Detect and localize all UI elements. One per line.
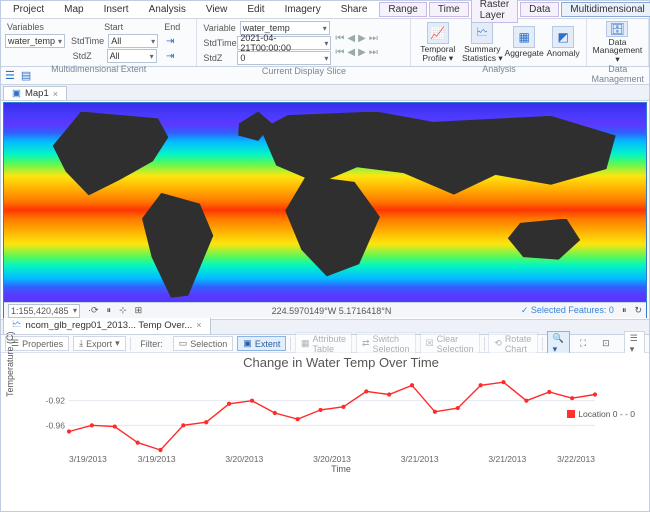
btn-switch-selection[interactable]: ⇄ Switch Selection	[356, 332, 416, 356]
tab-range[interactable]: Range	[379, 2, 426, 17]
catalog-pane-icon[interactable]: ▤	[21, 69, 31, 82]
anomaly-icon: ◩	[552, 26, 574, 48]
map-tab[interactable]: ▣ Map1 ×	[3, 86, 67, 100]
ribbon-group-slice: Variable water_temp▾ StdTime 2021-04-21T…	[197, 19, 411, 66]
ribbon: Variables water_temp▾ Start StdTime All▾…	[1, 19, 649, 67]
btn-anomaly[interactable]: ◩Anomaly	[544, 21, 583, 63]
ribbon-group-extent: Variables water_temp▾ Start StdTime All▾…	[1, 19, 197, 66]
svg-text:3/21/2013: 3/21/2013	[401, 454, 439, 464]
label-end: End	[162, 21, 182, 33]
group-caption-datamgmt: Data Management	[591, 63, 644, 85]
menu-insert[interactable]: Insert	[94, 2, 139, 17]
menu-map[interactable]: Map	[54, 2, 93, 17]
map-tab-strip: ▣ Map1 ×	[1, 85, 649, 101]
label-stdtime: StdTime	[69, 35, 106, 47]
chart-icon: 📈	[427, 22, 449, 44]
combo-variable[interactable]: water_temp▾	[5, 34, 65, 48]
map-view[interactable]: 1:155,420,485▾ ·⟳ ⏸ ⊹ ⊞ 224.5970149°W 5.…	[3, 102, 647, 318]
tab-multidimensional[interactable]: Multidimensional	[561, 2, 650, 17]
close-icon[interactable]: ×	[53, 89, 58, 99]
menu-analysis[interactable]: Analysis	[139, 2, 196, 17]
tool-rotate-icon[interactable]: ·⟳	[88, 305, 99, 316]
group-caption-extent: Multidimensional Extent	[5, 63, 192, 75]
menu-imagery[interactable]: Imagery	[275, 2, 331, 17]
svg-text:-0.92: -0.92	[46, 396, 66, 406]
label-variables: Variables	[5, 21, 65, 33]
svg-text:3/20/2013: 3/20/2013	[313, 454, 351, 464]
slice-time-nav[interactable]: ⏮◀▶⏭	[335, 33, 377, 44]
chart-y-axis-label: Temperature (C)	[5, 331, 15, 397]
combo-slice-stdz[interactable]: 0▾	[237, 51, 331, 65]
btn-aggregate[interactable]: ▦Aggregate	[505, 21, 544, 63]
combo-stdz-start[interactable]: All▾	[107, 49, 157, 63]
btn-attribute-table[interactable]: ▦ Attribute Table	[295, 332, 352, 356]
label-slice-stdz: StdZ	[201, 52, 235, 64]
btn-temporal-profile[interactable]: 📈Temporal Profile ▾	[415, 21, 460, 63]
chart-plot[interactable]: -0.92 -0.96 3/19/2013 3/19/2013 3/20/2013 3/2…	[41, 372, 601, 464]
map-tab-label: Map1	[25, 88, 49, 99]
tool-pause-icon[interactable]: ⏸	[107, 305, 112, 316]
svg-text:-0.96: -0.96	[46, 420, 66, 430]
map-status-bar: 1:155,420,485▾ ·⟳ ⏸ ⊹ ⊞ 224.5970149°W 5.…	[4, 302, 646, 318]
group-caption-analysis: Analysis	[415, 63, 582, 75]
combo-stdtime-start[interactable]: All▾	[108, 34, 158, 48]
combo-slice-stdtime[interactable]: 2021-04-21T00:00:00▾	[237, 36, 331, 50]
aggregate-icon: ▦	[513, 26, 535, 48]
pause-drawing-icon[interactable]: ⏸	[622, 305, 627, 316]
menu-view[interactable]: View	[196, 2, 238, 17]
refresh-icon[interactable]: ↻	[634, 305, 642, 316]
tab-data[interactable]: Data	[520, 2, 559, 17]
tool-grid-icon[interactable]: ⊞	[135, 305, 143, 316]
btn-export[interactable]: ⤓ Export ▾	[73, 336, 126, 351]
chart-legend: Location 0 - - 0	[567, 409, 635, 419]
label-start: Start	[102, 21, 125, 33]
btn-full-extent[interactable]: ⛶	[574, 336, 592, 351]
slice-z-nav[interactable]: ⏮◀▶⏭	[335, 47, 377, 58]
chart-tab-label: ncom_glb_regp01_2013... Temp Over...	[26, 320, 193, 331]
stats-icon: 🗠	[471, 22, 493, 44]
btn-filter-selection[interactable]: ▭ Selection	[173, 336, 234, 351]
tool-snap-icon[interactable]: ⊹	[119, 305, 127, 316]
scale-combo[interactable]: 1:155,420,485▾	[8, 304, 80, 318]
tab-time[interactable]: Time	[429, 2, 469, 17]
label-stdz: StdZ	[71, 50, 105, 62]
label-slice-variable: Variable	[201, 22, 237, 34]
btn-data-management[interactable]: 🗄Data Management ▾	[591, 21, 643, 63]
label-slice-stdtime: StdTime	[201, 37, 235, 49]
svg-text:3/20/2013: 3/20/2013	[225, 454, 263, 464]
lock-stdtime-icon[interactable]: ⇥	[162, 34, 178, 48]
btn-reset[interactable]: ⊡	[596, 336, 616, 351]
menu-bar: Project Map Insert Analysis View Edit Im…	[1, 1, 649, 19]
group-caption-slice: Current Display Slice	[201, 65, 406, 77]
chart-title: Change in Water Temp Over Time	[41, 355, 641, 370]
lock-stdz-icon[interactable]: ⇥	[162, 49, 178, 63]
ribbon-group-analysis: 📈Temporal Profile ▾ 🗠Summary Statistics …	[411, 19, 587, 66]
contents-pane-icon[interactable]: ☰	[5, 69, 15, 82]
menu-share[interactable]: Share	[331, 2, 378, 17]
chart-x-axis-label: Time	[41, 464, 641, 474]
chart-area: Change in Water Temp Over Time Temperatu…	[1, 353, 649, 481]
close-icon[interactable]: ×	[196, 320, 201, 330]
svg-text:3/19/2013: 3/19/2013	[69, 454, 107, 464]
svg-text:3/22/2013: 3/22/2013	[557, 454, 595, 464]
btn-rotate-chart[interactable]: ⟲ Rotate Chart	[488, 332, 538, 356]
database-icon: 🗄	[606, 21, 628, 37]
btn-clear-selection[interactable]: ☒ Clear Selection	[420, 332, 480, 356]
continents-overlay	[4, 103, 646, 317]
chart-toolbar: ☰ Properties ⤓ Export ▾ Filter: ▭ Select…	[1, 335, 649, 353]
menu-project[interactable]: Project	[3, 2, 54, 17]
menu-edit[interactable]: Edit	[237, 2, 274, 17]
selected-features-readout: ✓ Selected Features: 0	[521, 305, 614, 316]
map-icon: ▣	[12, 88, 21, 99]
ribbon-group-datamgmt: 🗄Data Management ▾ Data Management	[587, 19, 649, 66]
svg-text:3/21/2013: 3/21/2013	[488, 454, 526, 464]
btn-filter-extent[interactable]: ▣ Extent	[237, 336, 286, 351]
btn-summary-statistics[interactable]: 🗠Summary Statistics ▾	[460, 21, 505, 63]
svg-text:3/19/2013: 3/19/2013	[138, 454, 176, 464]
label-filter: Filter:	[134, 337, 169, 351]
coordinate-readout: 224.5970149°W 5.1716418°N	[272, 306, 392, 316]
